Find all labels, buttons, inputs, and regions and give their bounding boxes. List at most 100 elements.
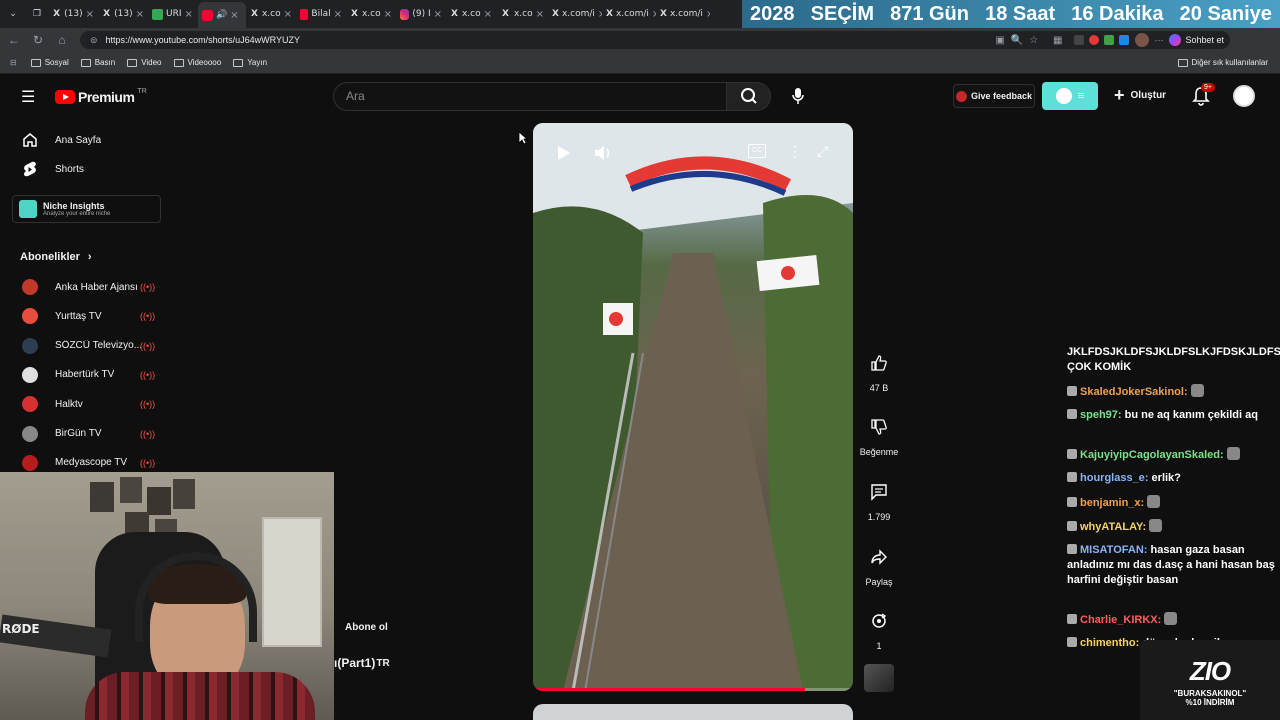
browser-tab[interactable]: Xx.com/i× [602,3,656,25]
x-logo-icon: X [351,9,358,19]
dislike-button[interactable]: Beğenme [857,407,901,457]
live-broadcast-icon: ((•)) [140,340,156,351]
close-icon[interactable]: × [185,9,193,20]
hamburger-menu-icon[interactable]: ☰ [21,87,35,107]
chat-button[interactable]: Sohbet et [1169,34,1224,46]
close-icon[interactable]: × [706,9,710,20]
search-button[interactable] [726,82,771,111]
volume-button[interactable] [593,143,613,168]
share-button[interactable]: Paylaş [857,537,901,587]
close-icon[interactable]: × [334,9,342,20]
site-info-icon[interactable]: ⊜ [90,35,98,46]
live-broadcast-icon: ((•)) [140,282,156,292]
browser-tab[interactable]: X (13) × [98,3,148,25]
menu-icon[interactable]: ⋯ [1154,35,1163,46]
browser-tab[interactable]: Xx.com/i× [548,3,602,25]
microphone-icon[interactable] [791,87,805,105]
chat-colon: : [1143,544,1151,556]
countdown-minutes: 16 Dakika [1071,2,1164,25]
x-logo-icon: X [451,9,458,19]
sidebar-channel-item[interactable]: Yurttaş TV ((•)) [0,302,165,330]
browser-tab[interactable]: X (13) × [48,3,98,25]
close-icon[interactable]: × [284,9,292,20]
captions-button[interactable]: CC [748,144,766,158]
like-button[interactable]: 47 B [857,343,901,393]
channel-name: SÖZCÜ Televizyo... [55,340,143,352]
close-icon[interactable]: × [136,9,144,20]
youtube-icon [300,8,309,20]
browser-tab[interactable]: (9) I × [396,3,446,25]
extension-toggle-button[interactable]: ≡ [1042,82,1098,110]
channel-avatar [20,279,40,295]
next-short-preview[interactable] [533,704,853,720]
sidebar-item-shorts[interactable]: Shorts [0,155,165,183]
sidebar-channel-item[interactable]: BirGün TV ((•)) [0,420,165,448]
fullscreen-button[interactable]: ⤢ [817,143,828,160]
progress-track[interactable] [533,688,853,691]
tab-label: x.co [461,9,481,19]
sound-thumbnail[interactable] [864,664,894,692]
give-feedback-button[interactable]: Give feedback [953,84,1035,108]
browser-tab[interactable]: Xx.co × [346,3,396,25]
home-icon[interactable]: ⌂ [50,33,74,47]
shorts-video-player[interactable]: CC ⋮ ⤢ [533,123,853,691]
like-count: 47 B [869,383,889,393]
account-avatar[interactable] [1233,85,1255,107]
url-text: https://www.youtube.com/shorts/uJ64wWRYU… [105,35,300,45]
tab-search-button[interactable]: ⌄ [0,3,26,25]
reading-list-icon[interactable]: ⊟ [10,58,17,67]
browser-tab[interactable]: Bilal × [296,3,346,25]
back-icon[interactable]: ← [2,33,26,47]
other-bookmarks-folder[interactable]: Diğer sık kullanılanlar [1177,58,1268,67]
address-bar[interactable]: ⊜ https://www.youtube.com/shorts/uJ64wWR… [80,31,1230,49]
chat-emote-icon [1147,495,1161,508]
browser-tab[interactable]: Xx.co × [246,3,296,25]
sponsor-logo: ZIO [1189,656,1231,686]
bookmark-folder[interactable]: Videoooo [173,58,221,67]
browser-tab[interactable]: Xx.com/i× [656,3,710,25]
channel-name: Halktv [55,398,83,410]
close-icon[interactable]: × [86,9,94,20]
bookmark-folder[interactable]: Yayın [233,58,267,67]
comments-button[interactable]: 1.799 [857,472,901,522]
niche-insights-widget[interactable]: Niche Insights Analyze your entire niche [12,195,161,223]
remix-button[interactable]: 1 [857,601,901,651]
play-button[interactable] [553,143,573,163]
browser-tab-active[interactable]: 🔊 × [198,2,246,28]
youtube-premium-logo[interactable]: Premium TR [55,87,147,105]
sponsor-promo-box: ZIO "BURAKSAKINOL" %10 İNDİRİM [1140,640,1280,720]
browser-tab[interactable]: Xx.co × [496,3,548,25]
chat-username: KajuyiyipCagolayanSkaled [1080,449,1220,461]
close-icon[interactable]: × [536,9,544,20]
logo-region: TR [137,87,147,95]
create-button[interactable]: + Oluştur [1114,86,1166,104]
chat-colon: : [1140,497,1148,509]
more-options-button[interactable]: ⋮ [788,143,802,160]
sidebar-channel-item[interactable]: Anka Haber Ajansı ((•)) [0,273,165,301]
extension-icons[interactable]: ▣🔍☆ ▦ [995,35,1068,46]
sidebar-channel-item[interactable]: SÖZCÜ Televizyo... ((•)) [0,332,165,360]
close-icon[interactable]: × [230,10,238,21]
sidebar-item-home[interactable]: Ana Sayfa [0,126,165,154]
profile-avatar[interactable] [1135,33,1150,47]
browser-tab[interactable]: Xx.co × [446,3,496,25]
sidebar-channel-item[interactable]: Halktv ((•)) [0,390,165,418]
folder-icon [80,58,91,67]
sidebar-item-label: Ana Sayfa [55,134,102,146]
close-icon[interactable]: × [434,9,442,20]
tab-workspaces-button[interactable]: ❐ [26,3,48,25]
bookmark-folder[interactable]: Sosyal [30,58,69,67]
reload-icon[interactable]: ↻ [26,33,50,47]
subscribe-button[interactable]: Abone ol [345,622,388,633]
search-input[interactable]: Ara [333,82,727,111]
bookmark-folder[interactable]: Basın [80,58,115,67]
extensions-strip[interactable] [1074,35,1130,45]
sidebar-channel-item[interactable]: Habertürk TV ((•)) [0,361,165,389]
bookmark-folder[interactable]: Video [127,58,162,67]
browser-tab[interactable]: URI × [148,3,198,25]
subscriptions-header[interactable]: Abonelikler › [20,251,92,263]
close-icon[interactable]: × [384,9,392,20]
notifications-button[interactable]: 9+ [1192,83,1215,111]
channel-avatar [20,308,40,325]
close-icon[interactable]: × [484,9,492,20]
